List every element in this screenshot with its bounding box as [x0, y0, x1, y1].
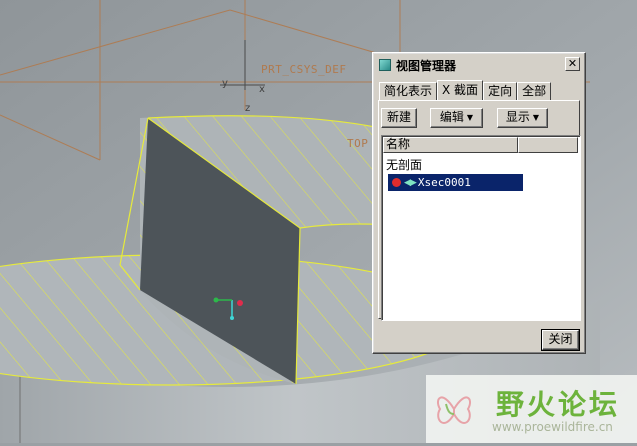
csys-label: PRT_CSYS_DEF: [261, 63, 347, 76]
chevron-down-icon: ▼: [466, 113, 474, 122]
display-button-label: 显示: [505, 110, 530, 124]
column-header-name[interactable]: 名称: [383, 137, 518, 153]
tab-xsection[interactable]: X 截面: [437, 80, 484, 100]
watermark: 野火论坛 www.proewildfire.cn: [426, 375, 637, 443]
tab-all[interactable]: 全部: [517, 82, 552, 100]
tab-orient[interactable]: 定向: [483, 82, 518, 100]
close-icon[interactable]: ✕: [565, 57, 580, 71]
watermark-brand: 野火论坛: [496, 388, 621, 421]
view-manager-dialog: 视图管理器 ✕ 简化表示 X 截面 定向 全部 新建 编辑 ▼ 显示 ▼ 名称 无剖…: [372, 52, 586, 354]
app-icon: [379, 59, 391, 71]
plane-label-top: TOP: [347, 137, 369, 150]
dialog-titlebar[interactable]: 视图管理器 ✕: [376, 56, 582, 74]
axis-label-x: x: [259, 84, 265, 95]
list-header: 名称: [383, 137, 579, 153]
close-button[interactable]: 关闭: [542, 330, 579, 350]
tab-strip: 简化表示 X 截面 定向 全部: [379, 80, 552, 100]
display-button[interactable]: 显示 ▼: [497, 108, 548, 128]
list-item-label: Xsec0001: [417, 176, 471, 189]
edit-button-label: 编辑: [439, 110, 464, 124]
column-header-blank[interactable]: [518, 137, 578, 153]
watermark-url: www.proewildfire.cn: [492, 420, 613, 434]
axis-label-y: y: [222, 78, 228, 89]
list-item[interactable]: 无剖面: [386, 156, 422, 173]
butterfly-logo-icon: [432, 381, 476, 437]
visible-eye-icon: ◀▶: [404, 177, 417, 188]
chevron-down-icon: ▼: [532, 113, 540, 122]
axis-label-z: z: [245, 103, 251, 114]
list-item-selected[interactable]: ◀▶ Xsec0001: [388, 174, 523, 191]
tab-simplified-rep[interactable]: 简化表示: [379, 82, 438, 100]
xsection-list[interactable]: 名称 无剖面 ◀▶ Xsec0001: [381, 135, 581, 321]
new-button-label: 新建: [386, 110, 411, 124]
edit-button[interactable]: 编辑 ▼: [430, 108, 483, 128]
dialog-title: 视图管理器: [396, 58, 457, 73]
active-dot-icon: [392, 178, 401, 187]
new-button[interactable]: 新建: [381, 108, 417, 128]
